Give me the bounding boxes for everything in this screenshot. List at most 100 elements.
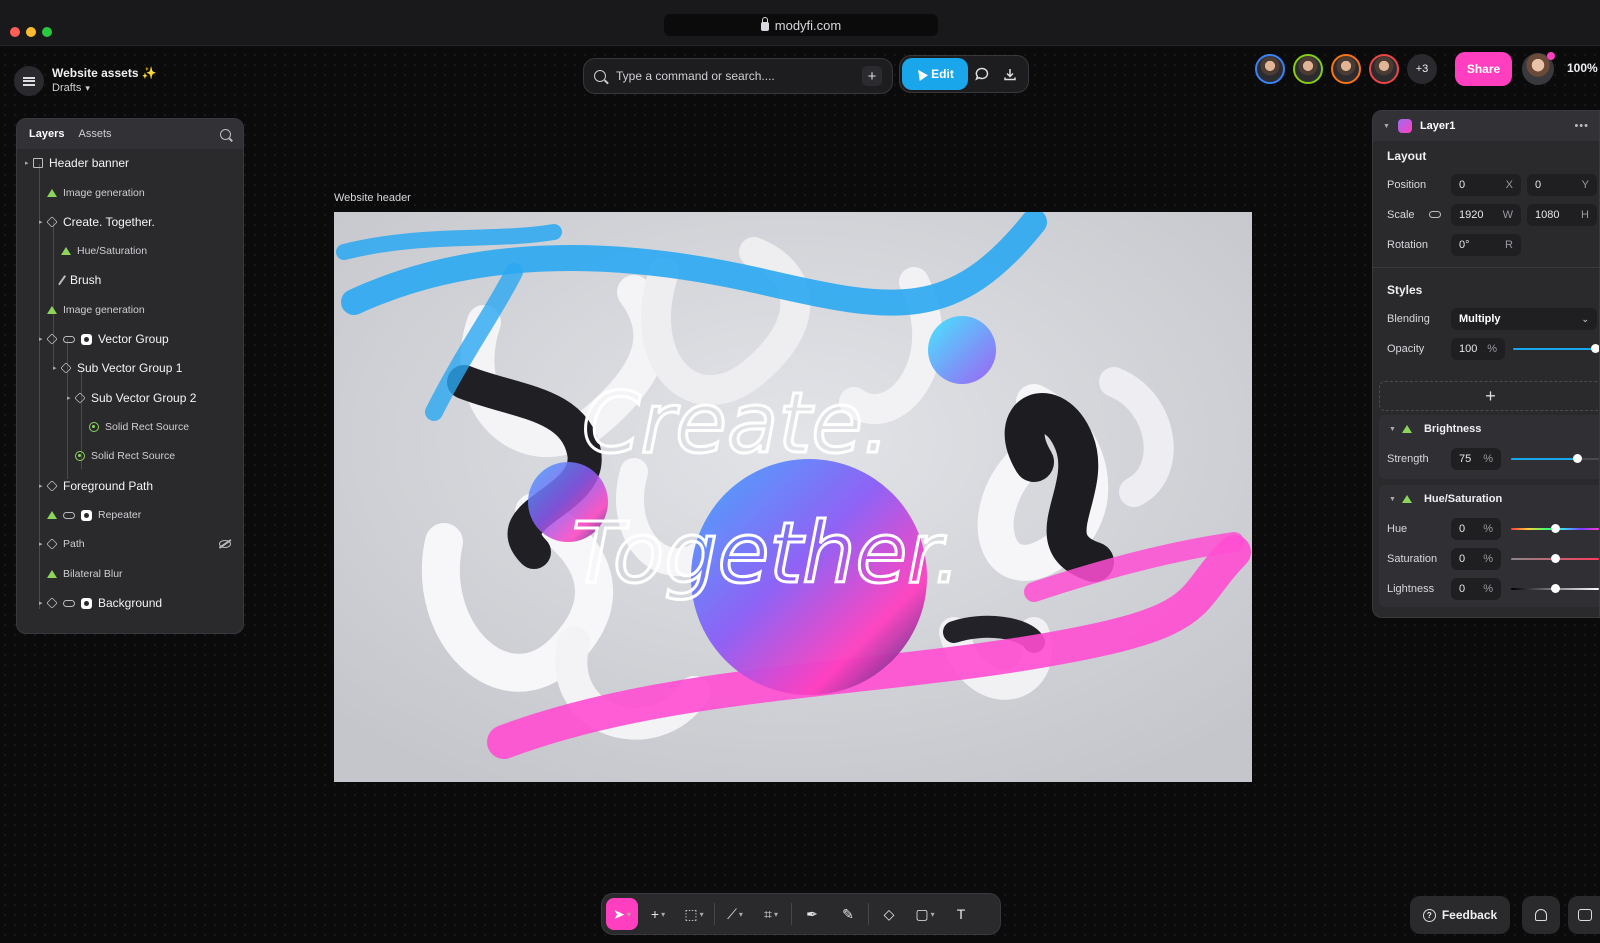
maximize-window-button[interactable] <box>42 27 52 37</box>
layer-row[interactable]: ▸ Background <box>17 589 243 617</box>
download-icon[interactable] <box>996 67 1024 81</box>
source-icon <box>89 422 99 432</box>
main-menu-button[interactable] <box>14 66 44 96</box>
hue-saturation-header[interactable]: ▼ Hue/Saturation <box>1389 493 1502 505</box>
expand-arrow-icon[interactable]: ▸ <box>25 159 33 167</box>
layer-row[interactable]: Image generation <box>17 179 243 207</box>
layer-row[interactable]: ▸ Sub Vector Group 1 <box>17 354 243 382</box>
headline-together: Together. <box>572 504 961 602</box>
opacity-slider-handle[interactable] <box>1591 344 1599 353</box>
zoom-level[interactable]: 100% <box>1567 61 1598 75</box>
more-options-icon[interactable]: ••• <box>1574 120 1589 132</box>
search-icon <box>594 70 606 82</box>
crop-tool[interactable]: ⌗ ▾ <box>755 898 787 930</box>
blending-value: Multiply <box>1459 313 1501 325</box>
position-x-field[interactable]: 0 X <box>1451 174 1521 196</box>
comment-icon[interactable] <box>968 67 996 81</box>
plus-icon[interactable]: + <box>862 66 882 86</box>
position-y-unit: Y <box>1581 179 1589 191</box>
frame-label[interactable]: Website header <box>334 192 411 204</box>
layer-row[interactable]: ▸ Sub Vector Group 2 <box>17 384 243 412</box>
source-icon <box>75 451 85 461</box>
toggle-panel-button[interactable] <box>1568 896 1600 934</box>
tools-toolbar: ➤ ▾ + ▾ ⬚ ▾ ⟋ ▾ ⌗ ▾ ✒ ✎ ◇ ▢ ▾ T <box>601 893 1001 935</box>
feedback-button[interactable]: ? Feedback <box>1410 896 1510 934</box>
layer-row[interactable]: ▸ Foreground Path <box>17 472 243 500</box>
artboard-website-header[interactable]: Create. Together. <box>334 212 1252 782</box>
adjustment-icon <box>1401 425 1412 433</box>
marquee-tool[interactable]: ⬚ ▾ <box>678 898 710 930</box>
layer-stack-icon <box>60 362 72 374</box>
magic-wand-tool[interactable]: ⟋ ▾ <box>719 898 751 930</box>
close-window-button[interactable] <box>10 27 20 37</box>
command-search-input[interactable]: Type a command or search.... + <box>583 58 893 94</box>
more-collaborators-badge[interactable]: +3 <box>1407 54 1437 84</box>
layer-row[interactable]: Brush <box>17 266 243 294</box>
hue-saturation-title: Hue/Saturation <box>1423 493 1503 505</box>
brightness-header[interactable]: ▼ Brightness <box>1389 423 1481 435</box>
cursor-icon: ➤ <box>613 905 625 922</box>
blending-mode-select[interactable]: Multiply ⌄ <box>1451 308 1597 330</box>
tab-layers[interactable]: Layers <box>29 128 64 140</box>
edit-mode-button[interactable]: Edit <box>902 58 968 90</box>
rotation-field[interactable]: 0° R <box>1451 234 1521 256</box>
layer-row[interactable]: Image generation <box>17 296 243 324</box>
add-adjustment-button[interactable]: + <box>1379 381 1599 411</box>
scale-w-value: 1920 <box>1459 209 1484 221</box>
collapse-icon[interactable]: ▼ <box>1389 426 1396 433</box>
position-y-field[interactable]: 0 Y <box>1527 174 1597 196</box>
address-bar[interactable]: modyfi.com <box>664 14 938 36</box>
eraser-tool[interactable]: ◇ <box>873 898 905 930</box>
search-icon[interactable] <box>220 128 231 140</box>
notifications-button[interactable] <box>1522 896 1560 934</box>
layer-row[interactable]: Solid Rect Source <box>17 413 243 441</box>
layer-row[interactable]: Repeater <box>17 501 243 529</box>
lightness-slider-handle[interactable] <box>1551 584 1560 593</box>
pen-tool[interactable]: ✒ <box>796 898 828 930</box>
hue-slider-handle[interactable] <box>1551 524 1560 533</box>
pencil-tool[interactable]: ✎ <box>832 898 864 930</box>
minimize-window-button[interactable] <box>26 27 36 37</box>
scale-width-field[interactable]: 1920 W <box>1451 204 1521 226</box>
opacity-slider[interactable] <box>1513 348 1595 350</box>
layer-row[interactable]: Bilateral Blur <box>17 560 243 588</box>
layer-stack-icon <box>46 538 58 550</box>
lightness-field[interactable]: 0 % <box>1451 578 1501 600</box>
avatar[interactable] <box>1255 54 1285 84</box>
layer-row[interactable]: ▸ Create. Together. <box>17 208 243 236</box>
link-icon[interactable] <box>1429 211 1441 218</box>
hue-field[interactable]: 0 % <box>1451 518 1501 540</box>
select-tool[interactable]: ➤ ▾ <box>606 898 638 930</box>
layer-header[interactable]: ▼ Layer1 ••• <box>1373 111 1599 141</box>
shape-tool[interactable]: ▢ ▾ <box>909 898 941 930</box>
lightness-label: Lightness <box>1387 583 1435 595</box>
adjustment-icon <box>1401 495 1412 503</box>
strength-field[interactable]: 75 % <box>1451 448 1501 470</box>
folder-dropdown[interactable]: Drafts ▾ <box>52 82 90 94</box>
collapse-icon[interactable]: ▼ <box>1383 123 1390 130</box>
avatar[interactable] <box>1293 54 1323 84</box>
mode-switcher: Edit <box>899 55 1029 93</box>
avatar[interactable] <box>1331 54 1361 84</box>
layer-row[interactable]: ▸ Header banner <box>17 149 243 177</box>
share-button[interactable]: Share <box>1455 52 1512 86</box>
tab-assets[interactable]: Assets <box>78 128 111 140</box>
saturation-field[interactable]: 0 % <box>1451 548 1501 570</box>
file-title[interactable]: Website assets ✨ <box>52 66 157 80</box>
layer-row[interactable]: ▸ Vector Group <box>17 325 243 353</box>
layer-row[interactable]: Hue/Saturation <box>17 237 243 265</box>
collapse-icon[interactable]: ▼ <box>1389 496 1396 503</box>
avatar[interactable] <box>1369 54 1399 84</box>
add-tool[interactable]: + ▾ <box>642 898 674 930</box>
layer-row[interactable]: Solid Rect Source <box>17 442 243 470</box>
scale-height-field[interactable]: 1080 H <box>1527 204 1597 226</box>
hidden-eye-icon[interactable] <box>219 540 231 548</box>
strength-slider-handle[interactable] <box>1573 454 1582 463</box>
text-tool[interactable]: T <box>945 898 977 930</box>
chevron-down-icon: ▾ <box>738 909 743 919</box>
opacity-field[interactable]: 100 % <box>1451 338 1505 360</box>
saturation-slider-handle[interactable] <box>1551 554 1560 563</box>
layer-row[interactable]: ▸ Path <box>17 530 243 558</box>
layer-name[interactable]: Layer1 <box>1420 120 1455 132</box>
scale-w-unit: W <box>1502 209 1513 221</box>
